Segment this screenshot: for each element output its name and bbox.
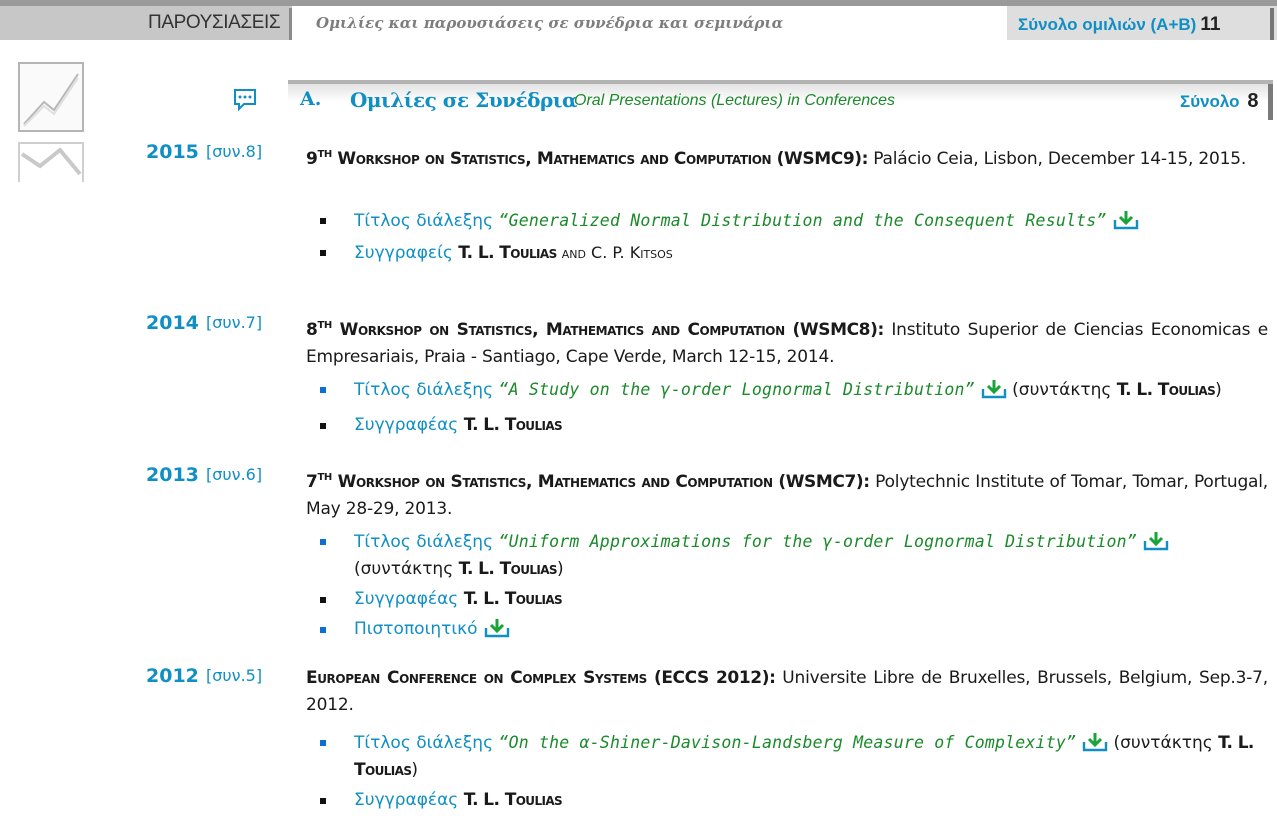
header-total: Σύνολο ομιλιών (Α+Β) 11 <box>1018 14 1220 36</box>
chart-line-icon <box>18 142 84 182</box>
entry-year: 2013 <box>146 464 199 486</box>
editor-suffix: ) <box>1215 380 1222 400</box>
event-name: 7TH Workshop on Statistics, Mathematics … <box>306 472 870 492</box>
event-place: Palácio Ceia, Lisbon, December 14-15, 20… <box>868 149 1247 169</box>
event-ordinal-suffix: TH <box>317 149 332 160</box>
title-label: Τίτλος διάλεξης <box>354 733 494 753</box>
title-label: Τίτλος διάλεξης <box>354 380 494 400</box>
event-ordinal: 8 <box>306 320 318 340</box>
header-right-edge <box>1270 8 1274 40</box>
list-item: Συγγραφέας T. L. Toulias <box>306 586 1268 613</box>
section-title: Ομιλίες σε Συνέδρια <box>350 88 577 112</box>
event-ordinal: 9 <box>306 149 318 169</box>
author-main: T. L. Toulias <box>463 415 563 435</box>
header-separator <box>289 8 292 40</box>
download-icon[interactable] <box>1113 210 1139 230</box>
header-subtitle: Ομιλίες και παρουσιάσεις σε συνέδρια και… <box>316 14 784 32</box>
certificate-link[interactable]: Πιστοποιητικό <box>354 619 478 639</box>
lecture-title: “On the α-Shiner-Davison-Landsberg Measu… <box>498 733 1077 752</box>
authors-label: Συγγραφείς <box>354 243 453 263</box>
list-item: Πιστοποιητικό <box>306 616 1268 643</box>
entry-code: [συν.6] <box>206 465 263 484</box>
entry-details: Τίτλος διάλεξης “Generalized Normal Dist… <box>306 207 1268 267</box>
event-title: Workshop on Statistics, Mathematics and … <box>337 472 871 492</box>
editor-suffix: ) <box>556 559 564 579</box>
event-title: European Conference on Complex Systems (… <box>306 668 776 688</box>
section-title-en: Oral Presentations (Lectures) in Confere… <box>574 92 896 109</box>
download-icon[interactable] <box>1143 531 1169 551</box>
entry-event: 8TH Workshop on Statistics, Mathematics … <box>306 312 1268 371</box>
entry-details: Τίτλος διάλεξης “A Study on the γ-order … <box>306 376 1268 439</box>
download-icon[interactable] <box>484 618 510 638</box>
author-rest: and C. P. Kitsos <box>556 243 673 262</box>
author-main: T. L. Toulias <box>458 243 557 263</box>
chat-bubble-icon <box>234 89 256 112</box>
entry-code: [συν.5] <box>206 666 263 685</box>
download-icon[interactable] <box>981 379 1007 399</box>
editor-name: T. L. Toulias <box>458 559 558 579</box>
list-item: Συγγραφέας T. L. Toulias <box>306 412 1268 439</box>
entry-event: 7TH Workshop on Statistics, Mathematics … <box>306 464 1268 523</box>
editor-name: T. L. Toulias <box>1116 380 1216 400</box>
header-total-value: 11 <box>1200 14 1221 35</box>
title-label: Τίτλος διάλεξης <box>354 532 494 552</box>
authors-label: Συγγραφέας <box>354 790 459 810</box>
editor-suffix: ) <box>411 760 419 780</box>
top-header-bar: ΠΑΡΟΥΣΙΑΣΕΙΣ Ομιλίες και παρουσιάσεις σε… <box>0 0 1277 40</box>
list-item: Συγγραφέας T. L. Toulias <box>306 787 1268 814</box>
entry-details: Τίτλος διάλεξης “Uniform Approximations … <box>306 528 1268 643</box>
editor-prefix: (συντάκτης <box>1113 733 1219 753</box>
author-main: T. L. Toulias <box>463 790 563 810</box>
entry-year: 2015 <box>146 141 199 163</box>
event-ordinal-suffix: TH <box>317 472 332 483</box>
lecture-title: “Uniform Approximations for the γ-order … <box>498 532 1137 551</box>
event-name: 8TH Workshop on Statistics, Mathematics … <box>306 320 884 340</box>
section-letter: Α. <box>300 88 322 110</box>
author-main: T. L. Toulias <box>463 589 563 609</box>
list-item: Τίτλος διάλεξης “A Study on the γ-order … <box>306 376 1268 404</box>
entry-code: [συν.7] <box>206 313 263 332</box>
chart-trend-icon <box>18 62 84 132</box>
header-section-label: ΠΑΡΟΥΣΙΑΣΕΙΣ <box>148 12 281 33</box>
entry-code: [συν.8] <box>206 142 263 161</box>
event-ordinal-suffix: TH <box>317 320 332 331</box>
entry-year: 2014 <box>146 312 199 334</box>
list-item: Συγγραφείς T. L. Toulias and C. P. Kitso… <box>306 239 1268 267</box>
list-item: Τίτλος διάλεξης “On the α-Shiner-Davison… <box>306 729 1268 784</box>
lecture-title: “A Study on the γ-order Lognormal Distri… <box>498 380 975 399</box>
entry-event: European Conference on Complex Systems (… <box>306 665 1268 719</box>
event-name: 9TH Workshop on Statistics, Mathematics … <box>306 149 868 169</box>
section-total: Σύνολο 8 <box>1180 90 1258 113</box>
authors-label: Συγγραφέας <box>354 415 459 435</box>
list-item: Τίτλος διάλεξης “Generalized Normal Dist… <box>306 207 1268 235</box>
header-total-label: Σύνολο ομιλιών (Α+Β) <box>1018 15 1197 34</box>
list-item: Τίτλος διάλεξης “Uniform Approximations … <box>306 528 1268 583</box>
entry-event: 9TH Workshop on Statistics, Mathematics … <box>306 141 1268 173</box>
lecture-title: “Generalized Normal Distribution and the… <box>498 211 1107 230</box>
authors-label: Συγγραφέας <box>354 589 459 609</box>
entry-year: 2012 <box>146 665 199 687</box>
section-bar-top-line <box>288 80 1273 84</box>
title-label: Τίτλος διάλεξης <box>354 211 494 231</box>
event-ordinal: 7 <box>306 472 318 492</box>
editor-prefix: (συντάκτης <box>354 559 459 579</box>
section-total-value: 8 <box>1247 90 1259 112</box>
event-title: Workshop on Statistics, Mathematics and … <box>339 320 885 340</box>
entry-details: Τίτλος διάλεξης “On the α-Shiner-Davison… <box>306 729 1268 814</box>
section-bar-right-edge <box>1268 84 1273 120</box>
editor-prefix: (συντάκτης <box>1012 380 1117 400</box>
section-total-label: Σύνολο <box>1180 92 1240 111</box>
event-title: Workshop on Statistics, Mathematics and … <box>337 149 869 169</box>
download-icon[interactable] <box>1082 732 1108 752</box>
